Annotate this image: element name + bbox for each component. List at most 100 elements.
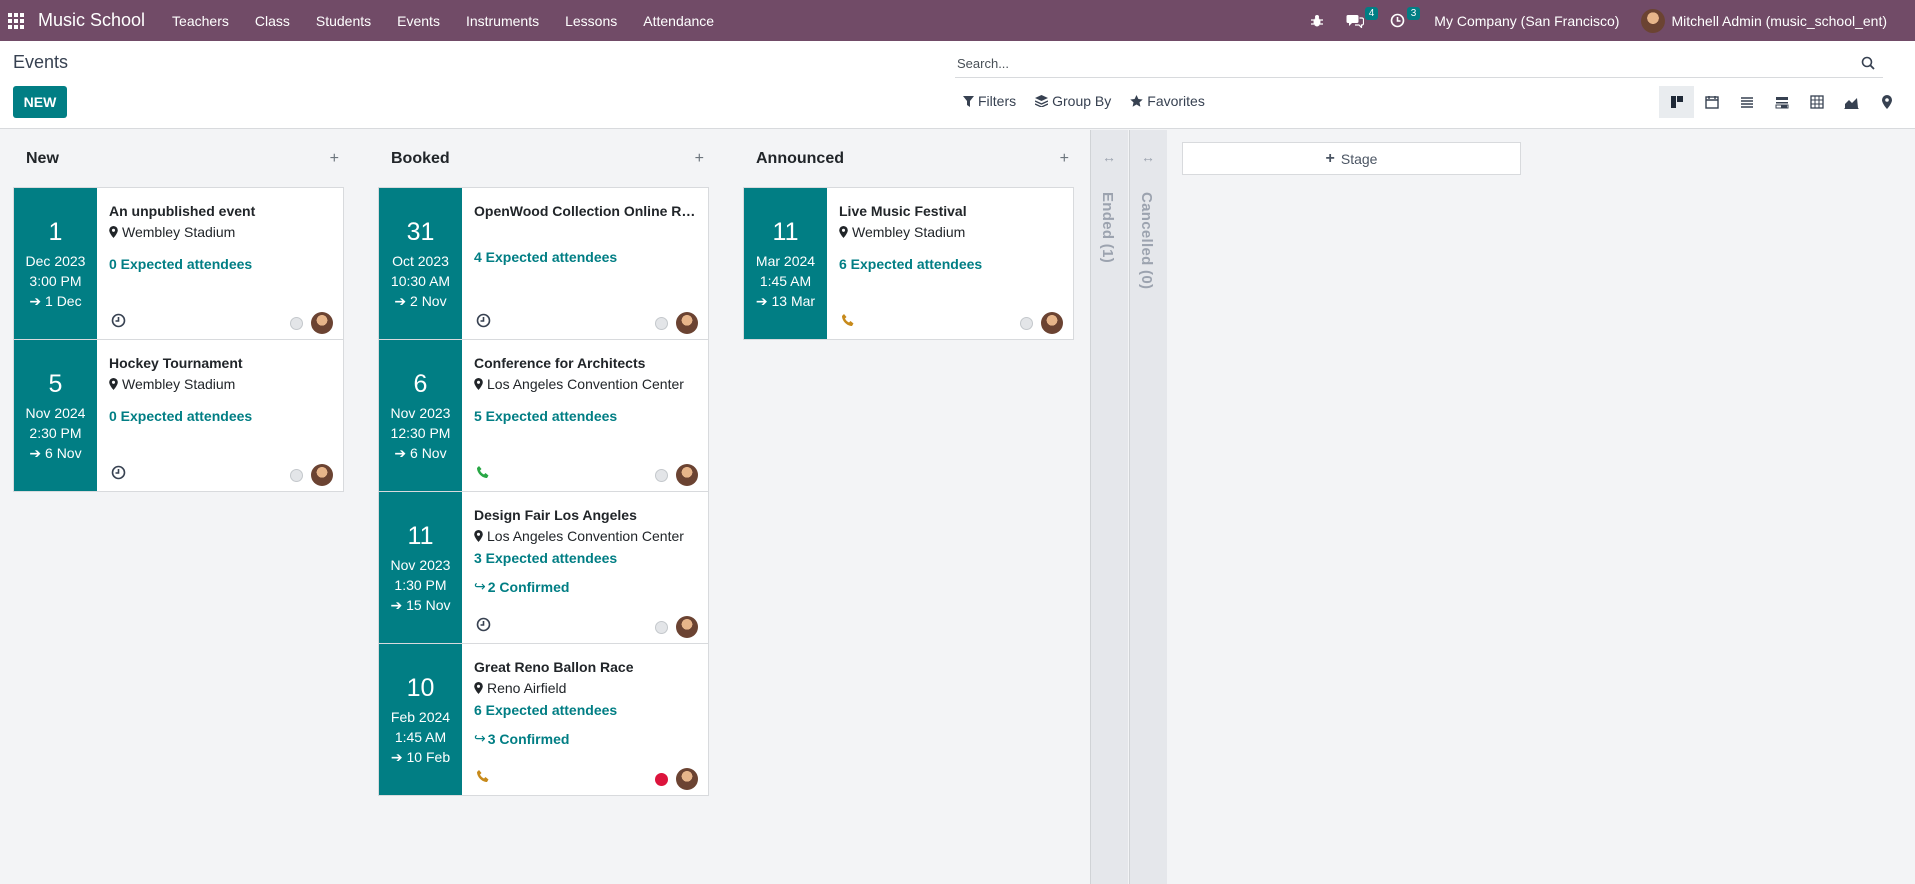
quick-create-plus-icon[interactable]: + — [1060, 150, 1069, 168]
responsible-avatar[interactable] — [1041, 312, 1063, 334]
event-card[interactable]: 1 Dec 2023 3:00 PM ➔ 1 Dec An unpublishe… — [13, 187, 344, 340]
map-view-button[interactable] — [1869, 86, 1904, 118]
activities-count-badge: 3 — [1406, 7, 1421, 20]
expand-arrows-icon[interactable]: ↔ — [1102, 149, 1116, 165]
expand-arrows-icon[interactable]: ↔ — [1141, 149, 1155, 165]
add-stage-label: Stage — [1340, 150, 1378, 167]
responsible-avatar[interactable] — [676, 768, 698, 790]
menu-item-events[interactable]: Events — [384, 13, 453, 29]
activity-phone-icon[interactable] — [476, 769, 490, 786]
menu-item-attendance[interactable]: Attendance — [630, 13, 727, 29]
event-expected-attendees[interactable]: 0 Expected attendees — [109, 408, 333, 424]
responsible-avatar[interactable] — [311, 464, 333, 486]
activity-clock-icon[interactable] — [476, 617, 491, 635]
app-brand[interactable]: Music School — [38, 10, 145, 31]
kanban-state-indicator[interactable] — [655, 468, 668, 482]
messages-icon[interactable]: 4 — [1340, 0, 1379, 41]
event-expected-attendees[interactable]: 5 Expected attendees — [474, 408, 698, 424]
menu-item-class[interactable]: Class — [242, 13, 303, 29]
control-panel: Events NEW Filters Group By Favorites — [0, 41, 1915, 129]
column-title[interactable]: New — [26, 150, 59, 168]
list-icon — [1740, 97, 1753, 108]
event-end-date: ➔ 6 Nov — [29, 445, 82, 461]
responsible-avatar[interactable] — [311, 312, 333, 334]
add-stage-button[interactable]: + Stage — [1182, 142, 1521, 175]
user-avatar — [1641, 8, 1666, 33]
event-location: Wembley Stadium — [109, 224, 333, 240]
company-switcher[interactable]: My Company (San Francisco) — [1434, 13, 1619, 29]
group-by-button[interactable]: Group By — [1035, 93, 1111, 109]
column-title[interactable]: Booked — [391, 150, 450, 168]
event-card[interactable]: 10 Feb 2024 1:45 AM ➔ 10 Feb Great Reno … — [378, 643, 709, 796]
activity-clock-icon[interactable] — [111, 465, 126, 483]
activity-phone-icon[interactable] — [841, 313, 855, 330]
column-header: Booked + — [378, 130, 709, 188]
list-view-button[interactable] — [1729, 86, 1764, 118]
event-card[interactable]: 5 Nov 2024 2:30 PM ➔ 6 Nov Hockey Tourna… — [13, 339, 344, 492]
event-day: 1 — [48, 218, 63, 246]
event-card[interactable]: 11 Nov 2023 1:30 PM ➔ 15 Nov Design Fair… — [378, 491, 709, 644]
event-date-box: 6 Nov 2023 12:30 PM ➔ 6 Nov — [379, 340, 462, 491]
event-end-date: ➔ 13 Mar — [755, 293, 816, 309]
event-expected-attendees[interactable]: 6 Expected attendees — [474, 702, 698, 718]
kanban-state-indicator[interactable] — [290, 316, 303, 330]
event-confirmed[interactable]: ↪ 3 Confirmed — [474, 730, 698, 747]
event-card[interactable]: 6 Nov 2023 12:30 PM ➔ 6 Nov Conference f… — [378, 339, 709, 492]
column-title[interactable]: Announced — [756, 150, 844, 168]
kanban-state-indicator[interactable] — [655, 620, 668, 634]
menu-item-teachers[interactable]: Teachers — [159, 13, 242, 29]
search-input[interactable] — [955, 56, 1835, 71]
quick-create-plus-icon[interactable]: + — [330, 150, 339, 168]
menu-item-students[interactable]: Students — [303, 13, 384, 29]
menu-item-instruments[interactable]: Instruments — [453, 13, 552, 29]
event-month-year: Feb 2024 — [390, 709, 451, 725]
event-time: 2:30 PM — [29, 425, 82, 441]
folded-column-ended[interactable]: ↔ Ended (1) — [1090, 130, 1128, 884]
favorites-button[interactable]: Favorites — [1130, 93, 1205, 109]
event-month-year: Mar 2024 — [755, 253, 816, 269]
responsible-avatar[interactable] — [676, 616, 698, 638]
kanban-state-indicator[interactable] — [290, 468, 303, 482]
calendar-view-button[interactable] — [1694, 86, 1729, 118]
filters-button[interactable]: Filters — [963, 93, 1016, 109]
kanban-state-indicator[interactable] — [1020, 316, 1033, 330]
activity-clock-icon[interactable] — [476, 313, 491, 331]
event-month-year: Nov 2023 — [390, 405, 451, 421]
debug-bug-icon[interactable] — [1302, 0, 1332, 41]
event-expected-attendees[interactable]: 3 Expected attendees — [474, 550, 698, 566]
event-card[interactable]: 31 Oct 2023 10:30 AM ➔ 2 Nov OpenWood Co… — [378, 187, 709, 340]
responsible-avatar[interactable] — [676, 312, 698, 334]
event-name: OpenWood Collection Online Reveal — [474, 203, 698, 219]
activity-clock-icon[interactable] — [111, 313, 126, 331]
event-expected-attendees[interactable]: 6 Expected attendees — [839, 256, 1063, 272]
event-date-box: 31 Oct 2023 10:30 AM ➔ 2 Nov — [379, 188, 462, 339]
event-card[interactable]: 11 Mar 2024 1:45 AM ➔ 13 Mar Live Music … — [743, 187, 1074, 340]
user-menu[interactable]: Mitchell Admin (music_school_ent) — [1641, 8, 1887, 33]
new-button[interactable]: NEW — [13, 86, 67, 118]
activities-clock-icon[interactable]: 3 — [1382, 0, 1421, 41]
event-expected-attendees[interactable]: 0 Expected attendees — [109, 256, 333, 272]
page-title[interactable]: Events — [13, 52, 68, 73]
apps-grid-icon[interactable] — [8, 12, 24, 29]
event-date-box: 1 Dec 2023 3:00 PM ➔ 1 Dec — [14, 188, 97, 339]
kanban-view-button[interactable] — [1659, 86, 1694, 118]
main-menu: Teachers Class Students Events Instrumen… — [159, 13, 727, 29]
kanban-state-indicator[interactable] — [655, 316, 668, 330]
activity-phone-icon[interactable] — [476, 465, 490, 482]
map-marker-icon — [474, 682, 483, 694]
event-confirmed[interactable]: ↪ 2 Confirmed — [474, 578, 698, 595]
event-expected-attendees[interactable]: 4 Expected attendees — [474, 249, 698, 265]
search-icon[interactable] — [1861, 56, 1875, 73]
pivot-view-button[interactable] — [1799, 86, 1834, 118]
filters-label: Filters — [978, 93, 1017, 109]
graph-view-button[interactable] — [1834, 86, 1869, 118]
responsible-avatar[interactable] — [676, 464, 698, 486]
event-name: Great Reno Ballon Race — [474, 659, 634, 675]
folded-column-cancelled[interactable]: ↔ Cancelled (0) — [1129, 130, 1167, 884]
quick-create-plus-icon[interactable]: + — [695, 150, 704, 168]
menu-item-lessons[interactable]: Lessons — [552, 13, 630, 29]
event-name: Conference for Architects — [474, 355, 646, 371]
kanban-state-indicator[interactable] — [655, 772, 668, 786]
column-header: New + — [13, 130, 344, 188]
gantt-view-button[interactable] — [1764, 86, 1799, 118]
